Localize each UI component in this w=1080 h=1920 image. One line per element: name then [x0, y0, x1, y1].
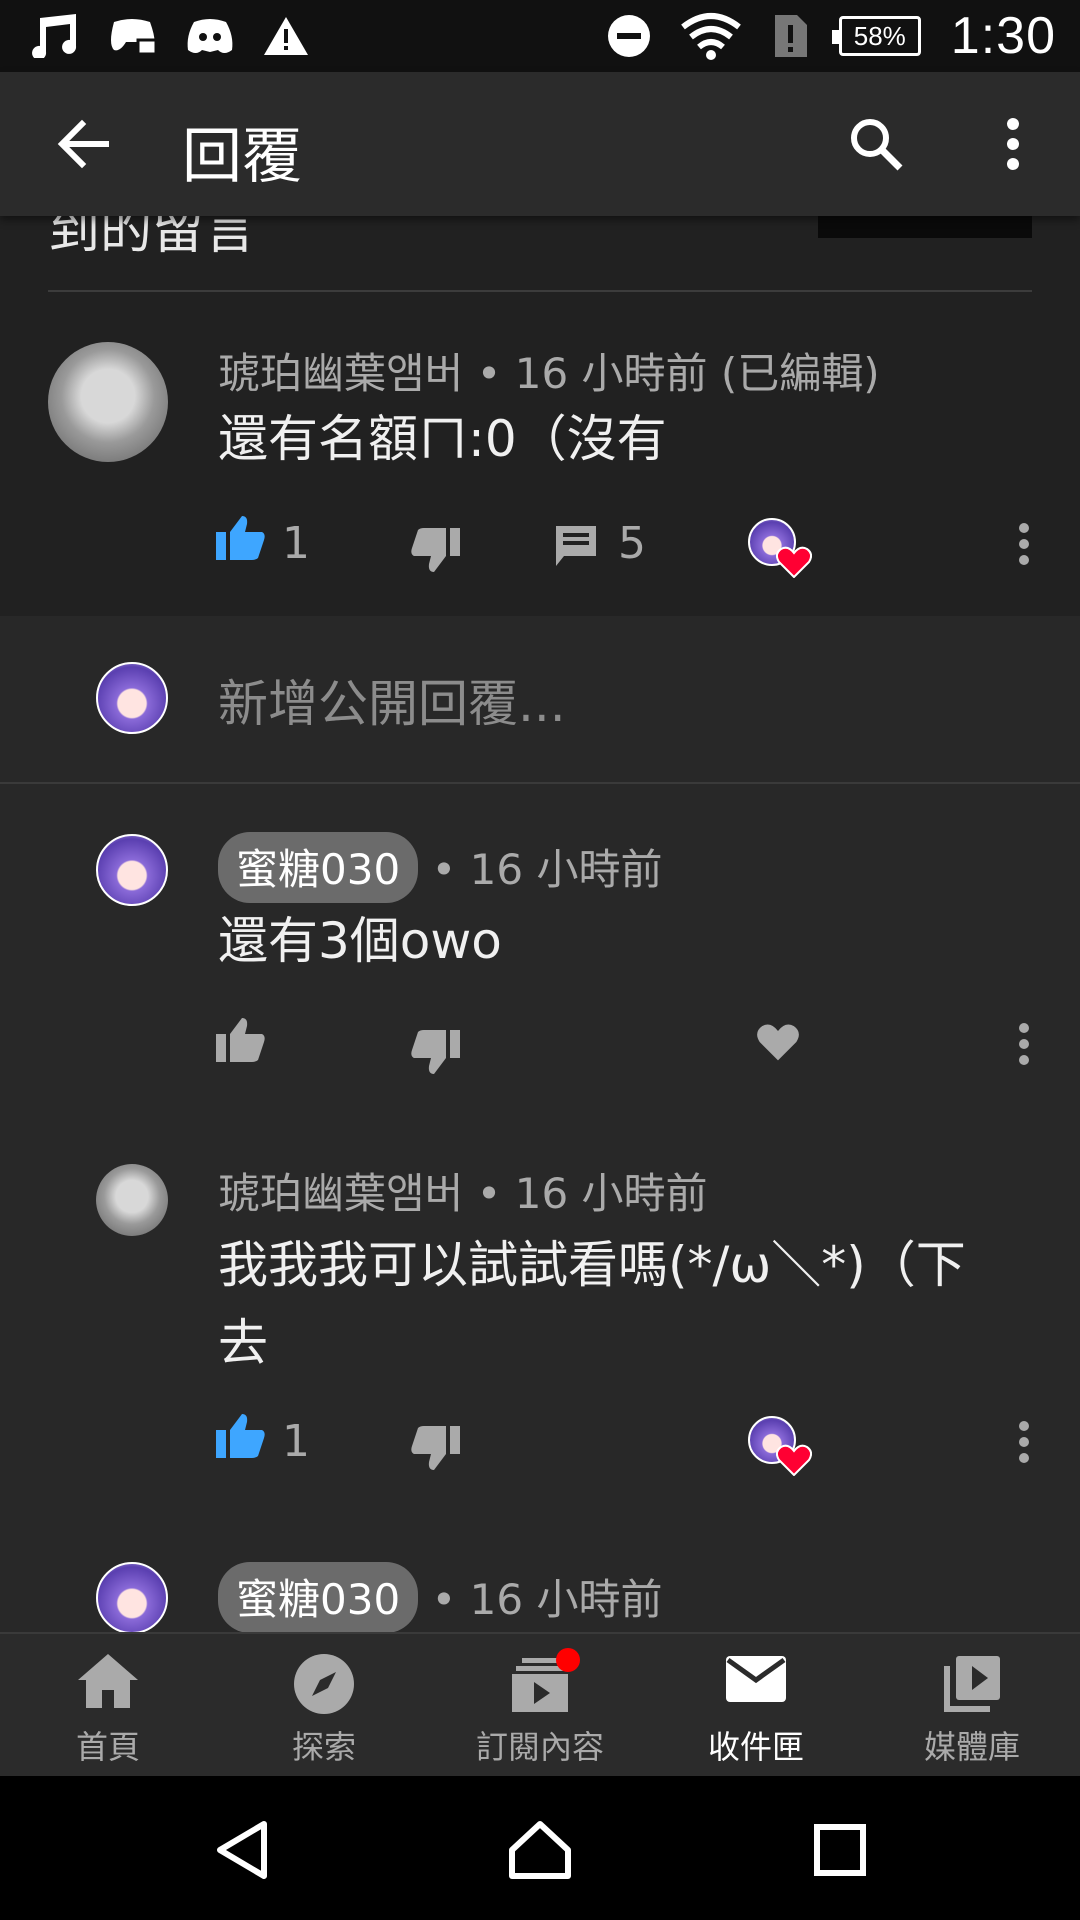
- nav-label: 首頁: [75, 1728, 140, 1766]
- reply-count: 5: [618, 518, 646, 569]
- heart-icon: [776, 1444, 812, 1476]
- system-navigation-bar: [0, 1776, 1080, 1920]
- nav-inbox[interactable]: 收件匣: [648, 1634, 864, 1778]
- comment-text: 還有3個owo: [218, 912, 502, 970]
- app-bar: 回覆: [0, 72, 1080, 216]
- video-thumbnail[interactable]: [818, 216, 1032, 238]
- like-count: 1: [282, 518, 310, 569]
- comment-text-line2: 去: [218, 1314, 268, 1372]
- user-avatar: [96, 662, 168, 734]
- no-sim-icon: [774, 15, 807, 57]
- nav-library[interactable]: 媒體庫: [864, 1634, 1080, 1778]
- explore-icon: [294, 1654, 354, 1714]
- status-bar: 58% 1:30: [0, 0, 1080, 72]
- comment-time: • 16 小時前 (已編輯): [476, 349, 880, 398]
- music-note-icon: [32, 14, 77, 58]
- nav-label: 探索: [291, 1728, 356, 1766]
- parent-comment-area: 到的留言 琥珀幽葉앰버 • 16 小時前 (已編輯) 還有名額ㄇ:0（沒有 1 …: [0, 216, 1080, 616]
- nav-explore[interactable]: 探索: [216, 1634, 432, 1778]
- system-recents-icon[interactable]: [814, 1824, 866, 1876]
- avatar[interactable]: [96, 1164, 168, 1236]
- comment-menu-icon[interactable]: [1014, 1420, 1034, 1464]
- comment-time: • 16 小時前: [476, 1169, 708, 1218]
- avatar[interactable]: [96, 834, 168, 906]
- comment-menu-icon[interactable]: [1014, 522, 1034, 566]
- more-options-icon[interactable]: [998, 116, 1028, 172]
- replies-list[interactable]: 到的留言 琥珀幽葉앰버 • 16 小時前 (已編輯) 還有名額ㄇ:0（沒有 1 …: [0, 216, 1080, 1632]
- comment-meta: 蜜糖030 • 16 小時前: [218, 1562, 662, 1632]
- nav-label: 訂閱內容: [475, 1728, 604, 1766]
- reply-input-row[interactable]: 新增公開回覆...: [0, 616, 1080, 784]
- divider: [48, 290, 1032, 292]
- battery-level: 58%: [853, 20, 906, 51]
- system-back-icon[interactable]: [214, 1820, 270, 1880]
- wifi-icon: [680, 13, 741, 60]
- library-icon: [944, 1656, 1000, 1712]
- discord-icon: [187, 19, 233, 53]
- comment-meta: 蜜糖030 • 16 小時前: [218, 832, 662, 903]
- thumbs-down-icon[interactable]: [410, 1424, 460, 1472]
- page-title: 回覆: [182, 122, 302, 192]
- home-icon: [78, 1654, 138, 1708]
- thumbs-down-icon[interactable]: [410, 526, 460, 574]
- comment-meta: 琥珀幽葉앰버 • 16 小時前: [218, 1160, 708, 1221]
- nav-subscriptions[interactable]: 訂閱內容: [432, 1634, 648, 1778]
- author-name[interactable]: 琥珀幽葉앰버: [218, 1169, 463, 1218]
- clock: 1:30: [950, 7, 1056, 65]
- avatar[interactable]: [96, 1562, 168, 1632]
- thumbs-down-icon[interactable]: [410, 1028, 460, 1076]
- author-name[interactable]: 琥珀幽葉앰버: [218, 349, 463, 398]
- nav-label: 媒體庫: [923, 1728, 1020, 1766]
- battery-indicator: 58%: [831, 16, 921, 56]
- comment-text: 還有名額ㄇ:0（沒有: [218, 410, 667, 468]
- reply-icon[interactable]: [554, 524, 598, 568]
- inbox-icon: [726, 1656, 786, 1702]
- reply-input[interactable]: 新增公開回覆...: [218, 664, 566, 736]
- thumbs-up-icon[interactable]: [216, 514, 266, 562]
- bottom-navigation: 首頁 探索 訂閱內容 收件匣 媒體庫: [0, 1632, 1080, 1776]
- avatar[interactable]: [48, 342, 168, 462]
- notification-dot: [556, 1648, 580, 1672]
- like-count: 1: [282, 1416, 310, 1467]
- system-home-icon[interactable]: [508, 1820, 572, 1880]
- do-not-disturb-icon: [607, 15, 650, 57]
- back-arrow-icon[interactable]: [54, 114, 114, 174]
- comment-meta: 琥珀幽葉앰버 • 16 小時前 (已編輯): [218, 340, 880, 401]
- creator-name-chip[interactable]: 蜜糖030: [218, 1562, 419, 1632]
- nav-label: 收件匣: [707, 1728, 804, 1766]
- nav-home[interactable]: 首頁: [0, 1634, 216, 1778]
- comment-menu-icon[interactable]: [1014, 1022, 1034, 1066]
- warning-icon: [264, 17, 308, 55]
- comment-text-line1: 我我我可以試試看嗎(*/ω＼*)（下: [218, 1236, 966, 1294]
- heart-icon: [776, 546, 812, 578]
- previous-text: 到的留言: [48, 216, 257, 261]
- comment-time: • 16 小時前: [431, 1575, 663, 1624]
- creator-name-chip[interactable]: 蜜糖030: [218, 832, 419, 903]
- thumbs-up-icon[interactable]: [216, 1412, 266, 1460]
- search-icon[interactable]: [846, 114, 906, 174]
- game-controller-icon: [111, 19, 158, 56]
- comment-time: • 16 小時前: [431, 845, 663, 894]
- heart-icon[interactable]: [756, 1022, 800, 1062]
- thumbs-up-icon[interactable]: [216, 1016, 266, 1064]
